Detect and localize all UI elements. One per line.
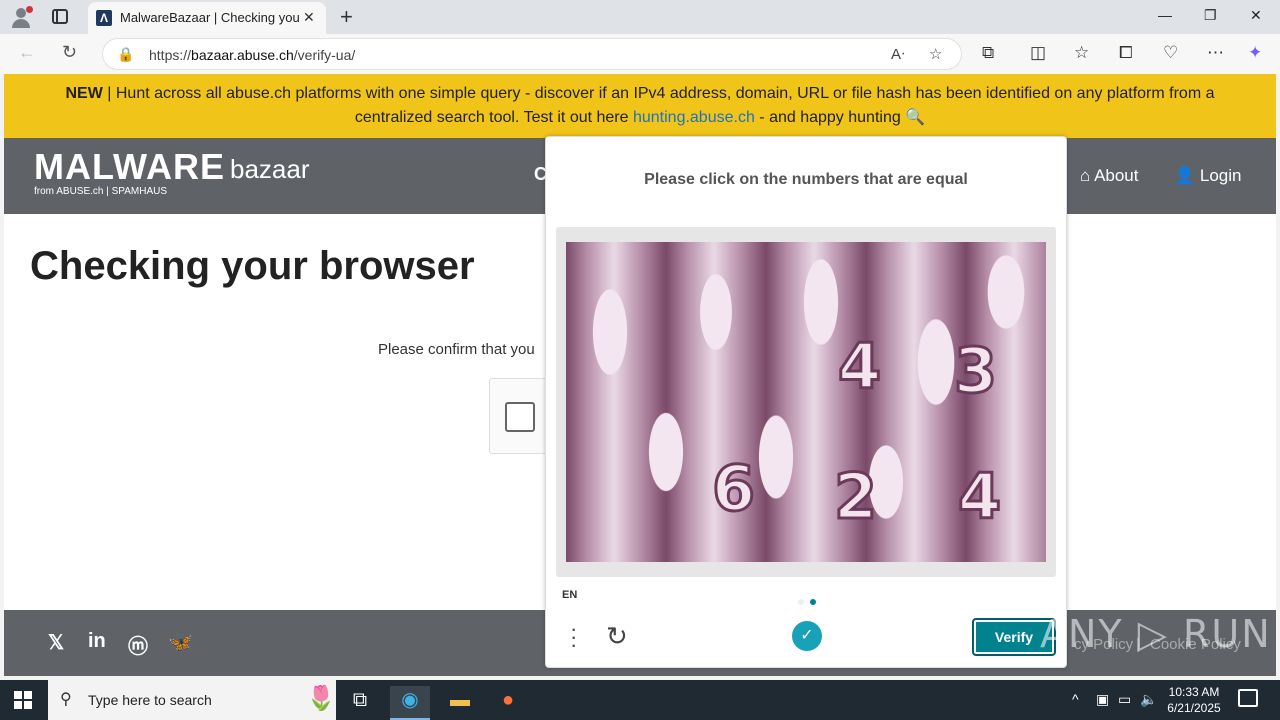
notification-icon[interactable] [1238, 689, 1258, 707]
collections-icon[interactable]: ⧠ [1119, 43, 1133, 63]
linkedin-icon[interactable]: in [88, 630, 106, 653]
hunting-link[interactable]: hunting.abuse.ch [633, 109, 755, 126]
tab-title: MalwareBazaar | Checking your browser [120, 10, 300, 25]
home-icon: ⌂ [1080, 166, 1095, 185]
back-icon[interactable]: ← [18, 42, 36, 63]
search-placeholder: Type here to search [88, 692, 212, 708]
captcha-image-frame: 4 3 6 2 4 [556, 227, 1056, 577]
more-menu-icon[interactable]: ⋯ [1207, 43, 1224, 63]
task-view-icon[interactable]: ⧉ [340, 686, 380, 720]
captcha-prompt: Please click on the numbers that are equ… [644, 171, 968, 188]
search-highlight-icon: 🌷 [306, 685, 336, 712]
captcha-checkbox[interactable] [505, 402, 535, 432]
announcement-banner: NEW | Hunt across all abuse.ch platforms… [4, 74, 1276, 138]
captcha-number[interactable]: 3 [952, 333, 998, 409]
captcha-number[interactable]: 6 [710, 451, 756, 527]
favorite-star-icon[interactable]: ☆ [929, 45, 942, 63]
favorites-icon[interactable]: ☆ [1074, 43, 1089, 63]
minimize-icon[interactable]: — [1158, 7, 1172, 23]
read-aloud-icon[interactable]: Aᐧ [891, 45, 905, 63]
site-favicon-icon: Λ [96, 10, 112, 26]
mastodon-icon[interactable]: ⓜ [128, 630, 148, 659]
extensions-icon[interactable]: ⧉ [982, 43, 994, 63]
nav-about[interactable]: ⌂ About [1080, 166, 1139, 186]
language-selector[interactable]: EN [562, 589, 577, 601]
refresh-challenge-icon[interactable]: ↻ [606, 621, 628, 652]
captcha-number[interactable]: 2 [832, 459, 878, 535]
volume-icon[interactable]: 🔈 [1140, 691, 1157, 708]
clock-time: 10:33 AM [1168, 685, 1220, 699]
progress-dot [798, 599, 804, 605]
close-window-icon[interactable]: ✕ [1250, 7, 1262, 24]
restore-icon[interactable]: ❐ [1204, 7, 1217, 24]
new-label: NEW [65, 85, 103, 102]
file-explorer-icon[interactable]: ▬ [440, 686, 480, 720]
anyrun-watermark: ANY ▷ RUN [1040, 612, 1272, 656]
site-logo[interactable]: MALWARE [34, 146, 225, 188]
new-tab-icon[interactable]: + [340, 4, 353, 30]
banner-text-end: - and happy hunting 🔍 [754, 109, 926, 126]
copilot-icon[interactable]: ✦ [1248, 43, 1262, 63]
refresh-icon[interactable]: ↻ [62, 42, 77, 63]
browser-toolbar: ← ↻ 🔒 https://bazaar.abuse.ch/verify-ua/… [0, 34, 1280, 74]
close-tab-icon[interactable]: ✕ [303, 9, 315, 26]
captcha-number[interactable]: 4 [836, 329, 882, 405]
browser-tab[interactable]: Λ MalwareBazaar | Checking your browser … [88, 2, 326, 34]
x-twitter-icon[interactable]: 𝕏 [48, 630, 64, 655]
captcha-number[interactable]: 4 [956, 459, 1002, 535]
challenge-progress [798, 592, 822, 610]
bluesky-icon[interactable]: 🦋 [168, 630, 193, 655]
address-bar[interactable]: 🔒 https://bazaar.abuse.ch/verify-ua/ Aᐧ … [102, 38, 962, 70]
windows-taskbar: ⚲ Type here to search 🌷 ⧉ ◉ ▬ ● ^ ▣ ▭ 🔈 … [0, 680, 1280, 720]
display-icon[interactable]: ▭ [1118, 691, 1131, 708]
system-clock[interactable]: 10:33 AM 6/21/2025 [1160, 684, 1228, 716]
tab-actions-icon[interactable] [52, 9, 68, 24]
taskbar-search[interactable]: ⚲ Type here to search 🌷 [48, 680, 336, 720]
url-text: https://bazaar.abuse.ch/verify-ua/ [149, 47, 356, 63]
captcha-image[interactable]: 4 3 6 2 4 [566, 242, 1046, 562]
edge-taskbar-icon[interactable]: ◉ [390, 686, 430, 720]
logo-from-text: from ABUSE.ch | SPAMHAUS [34, 186, 168, 197]
confirm-text: Please confirm that you [378, 341, 535, 358]
nav-login[interactable]: 👤 Login [1174, 166, 1242, 186]
search-icon: ⚲ [60, 691, 72, 708]
firefox-icon[interactable]: ● [488, 686, 528, 720]
captcha-challenge-popup: Please click on the numbers that are equ… [545, 136, 1067, 668]
profile-icon[interactable] [10, 6, 33, 28]
site-logo-sub[interactable]: bazaar [230, 154, 310, 185]
show-hidden-icons[interactable]: ^ [1072, 691, 1079, 707]
network-status-icon[interactable]: ▣ [1096, 691, 1109, 708]
user-icon: 👤 [1174, 166, 1200, 185]
browser-essentials-icon[interactable]: ♡ [1163, 43, 1178, 63]
page-title: Checking your browser [30, 244, 475, 288]
windows-start-icon[interactable] [14, 691, 32, 709]
lock-icon[interactable]: 🔒 [117, 46, 134, 63]
more-options-icon[interactable]: · · · [570, 618, 577, 656]
split-screen-icon[interactable]: ◫ [1030, 43, 1046, 63]
clock-date: 6/21/2025 [1167, 701, 1221, 715]
browser-tabstrip: Λ MalwareBazaar | Checking your browser … [0, 0, 1280, 34]
progress-dot-active [810, 599, 816, 605]
hcaptcha-logo-icon[interactable]: ✓ [792, 621, 822, 651]
